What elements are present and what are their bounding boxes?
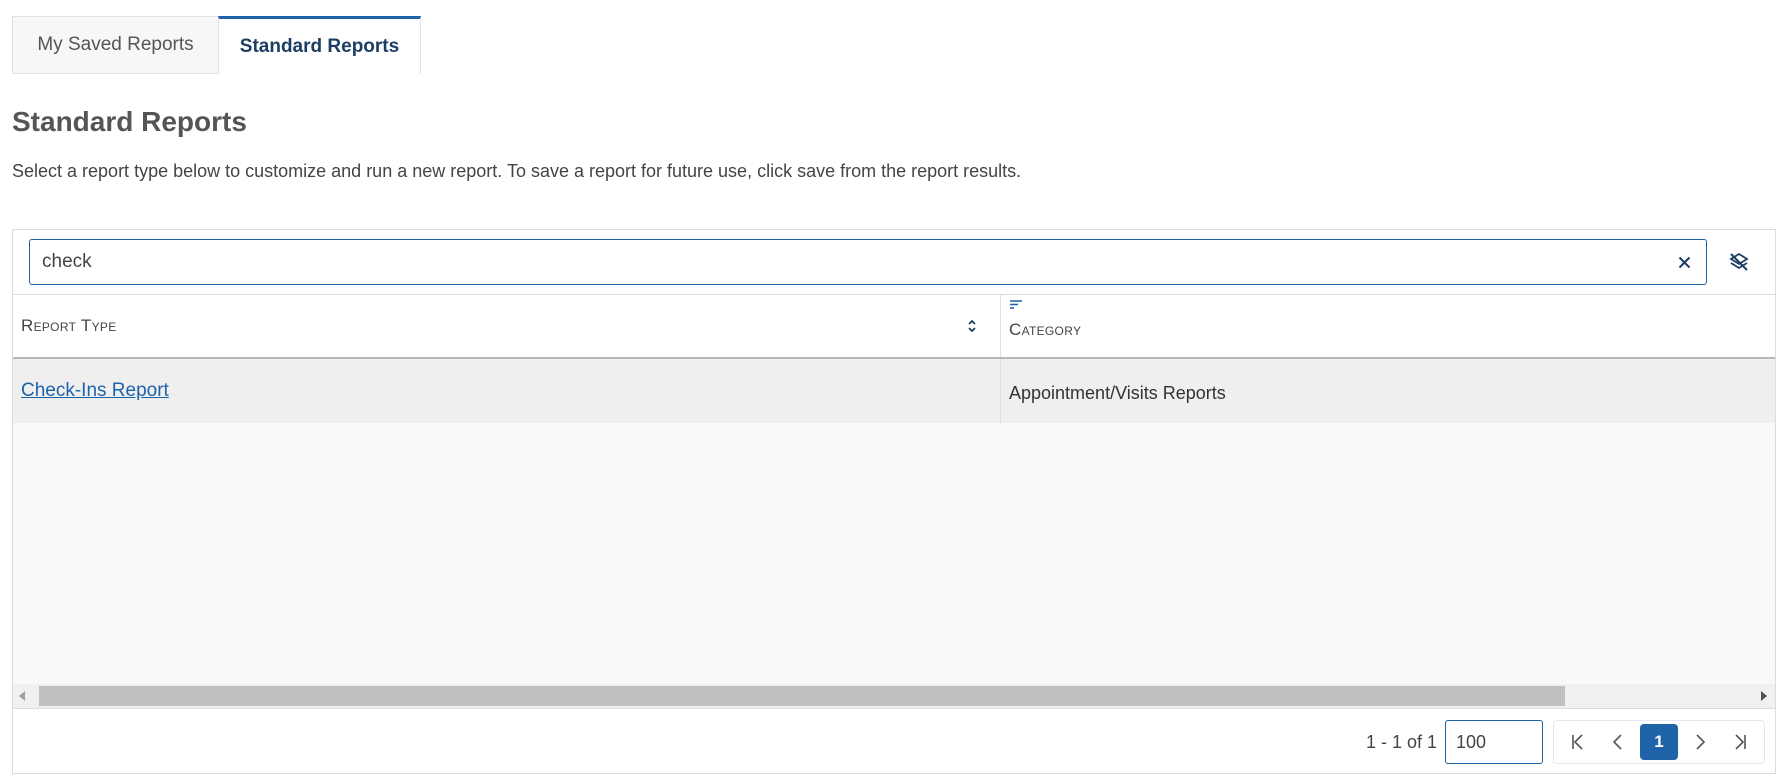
column-header-category[interactable]: Category [1001,295,1775,357]
tab-my-saved-reports[interactable]: My Saved Reports [12,16,218,74]
filter-lines-icon[interactable] [1009,299,1023,311]
clear-search-button[interactable] [1662,240,1706,284]
pager-buttons: 1 [1553,720,1765,764]
layers-off-icon [1729,252,1749,271]
first-page-button[interactable] [1558,724,1598,760]
search-input[interactable] [30,240,1662,284]
close-icon [1678,256,1690,268]
column-label: Category [1009,320,1082,339]
next-page-button[interactable] [1680,724,1720,760]
pager-info: 1 - 1 of 1 [1365,731,1437,752]
last-page-button[interactable] [1720,724,1760,760]
column-label: Report Type [21,316,117,335]
reports-grid: Report Type Category Check-Ins Report Ap… [13,294,1775,684]
scroll-right-arrow-icon[interactable] [1761,691,1767,701]
page-size-input[interactable] [1445,720,1543,764]
page-description: Select a report type below to customize … [12,161,1022,181]
cell-report-type: Check-Ins Report [13,359,1001,423]
horizontal-scrollbar[interactable] [13,684,1775,709]
first-page-icon [1572,734,1583,750]
scroll-left-arrow-icon[interactable] [19,691,25,701]
grid-header: Report Type Category [13,295,1775,359]
pagination: 1 - 1 of 1 1 [1366,719,1765,765]
column-header-report-type[interactable]: Report Type [13,295,1001,357]
prev-page-button[interactable] [1598,724,1638,760]
report-tabs: My Saved Reports Standard Reports [12,16,421,74]
chevron-left-icon [1612,734,1622,750]
chevron-right-icon [1696,734,1706,750]
scrollbar-thumb[interactable] [39,686,1565,706]
page-button-current[interactable]: 1 [1640,724,1678,760]
search-box [29,239,1707,285]
cell-category: Appointment/Visits Reports [1009,382,1226,403]
reports-grid-card: Report Type Category Check-Ins Report Ap… [12,229,1776,774]
column-visibility-button[interactable] [1724,247,1754,277]
tab-standard-reports[interactable]: Standard Reports [218,16,421,74]
table-row: Check-Ins Report Appointment/Visits Repo… [13,359,1775,423]
page-title: Standard Reports [12,106,247,137]
last-page-icon [1735,734,1746,750]
sort-icon[interactable] [966,317,978,335]
report-link[interactable]: Check-Ins Report [21,380,169,402]
